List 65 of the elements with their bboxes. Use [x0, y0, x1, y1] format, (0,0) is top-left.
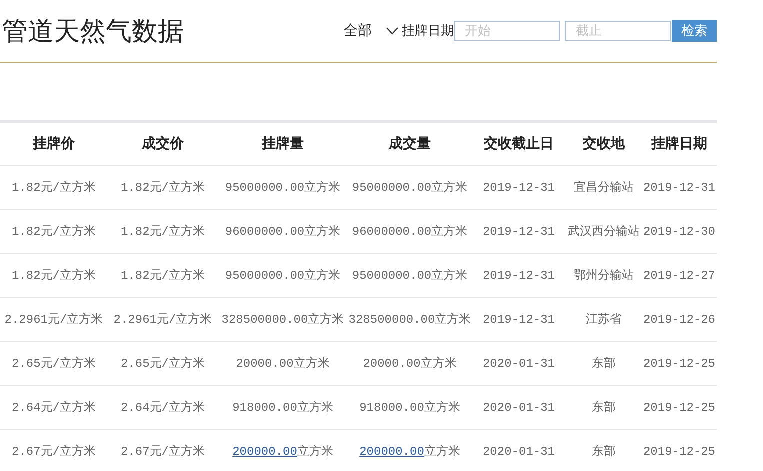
table-cell: 1.82元/立方米: [0, 210, 108, 254]
table-cell: 20000.00立方米: [348, 342, 472, 386]
table-cell: 96000000.00立方米: [218, 210, 348, 254]
table-cell: 2.67元/立方米: [0, 430, 108, 471]
table-cell: 2.65元/立方米: [108, 342, 218, 386]
table-cell: 2019-12-25: [642, 342, 717, 386]
column-header: 交收地: [566, 122, 642, 166]
table-cell: 江苏省: [566, 298, 642, 342]
date-filter-label[interactable]: 挂牌日期: [402, 22, 454, 40]
table-cell: 20000.00立方米: [218, 342, 348, 386]
end-date-field[interactable]: 截止: [565, 21, 671, 41]
table-cell: 武汉西分输站: [566, 210, 642, 254]
start-date-field[interactable]: 开始: [454, 21, 560, 41]
table-cell: 918000.00立方米: [218, 386, 348, 430]
table-cell: 东部: [566, 342, 642, 386]
column-header: 挂牌日期: [642, 122, 717, 166]
table-cell: 鄂州分输站: [566, 254, 642, 298]
quantity-link[interactable]: 200000.00: [232, 445, 298, 459]
table-cell: 2019-12-27: [642, 254, 717, 298]
table-cell: 2019-12-31: [472, 166, 566, 210]
table-cell: 2019-12-31: [472, 210, 566, 254]
table-cell: 918000.00立方米: [348, 386, 472, 430]
table-cell: 200000.00立方米: [348, 430, 472, 471]
quantity-link[interactable]: 200000.00: [360, 445, 424, 459]
table-cell: 2.67元/立方米: [108, 430, 218, 471]
chevron-down-icon[interactable]: [386, 27, 399, 35]
table-cell: 95000000.00立方米: [218, 254, 348, 298]
table-cell: 2.64元/立方米: [108, 386, 218, 430]
table-cell: 2019-12-26: [642, 298, 717, 342]
scope-filter[interactable]: 全部: [344, 22, 372, 40]
column-header: 成交价: [108, 122, 218, 166]
table-cell: 东部: [566, 430, 642, 471]
table-cell: 2020-01-31: [472, 430, 566, 471]
column-header: 挂牌价: [0, 122, 108, 166]
table-cell: 2.2961元/立方米: [0, 298, 108, 342]
table-cell: 2019-12-31: [472, 254, 566, 298]
table-cell: 2.64元/立方米: [0, 386, 108, 430]
column-header: 挂牌量: [218, 122, 348, 166]
table-cell: 1.82元/立方米: [108, 166, 218, 210]
table-cell: 95000000.00立方米: [218, 166, 348, 210]
table-cell: 2020-01-31: [472, 342, 566, 386]
table-cell: 东部: [566, 386, 642, 430]
table-cell: 95000000.00立方米: [348, 254, 472, 298]
table-cell: 95000000.00立方米: [348, 166, 472, 210]
column-header: 交收截止日: [472, 122, 566, 166]
search-button[interactable]: 检索: [672, 20, 717, 42]
table-cell: 328500000.00立方米: [348, 298, 472, 342]
table-cell: 2019-12-31: [642, 166, 717, 210]
table-cell: 1.82元/立方米: [108, 254, 218, 298]
table-cell: 328500000.00立方米: [218, 298, 348, 342]
column-header: 成交量: [348, 122, 472, 166]
table-cell: 2019-12-30: [642, 210, 717, 254]
page-title: 管道天然气数据: [2, 16, 184, 48]
table-cell: 宜昌分输站: [566, 166, 642, 210]
table-cell: 2019-12-31: [472, 298, 566, 342]
table-cell: 2.2961元/立方米: [108, 298, 218, 342]
table-cell: 200000.00立方米: [218, 430, 348, 471]
table-cell: 2.65元/立方米: [0, 342, 108, 386]
table-cell: 1.82元/立方米: [108, 210, 218, 254]
table-cell: 2019-12-25: [642, 430, 717, 471]
table-cell: 1.82元/立方米: [0, 166, 108, 210]
table-cell: 2020-01-31: [472, 386, 566, 430]
table-cell: 2019-12-25: [642, 386, 717, 430]
table-cell: 96000000.00立方米: [348, 210, 472, 254]
table-cell: 1.82元/立方米: [0, 254, 108, 298]
